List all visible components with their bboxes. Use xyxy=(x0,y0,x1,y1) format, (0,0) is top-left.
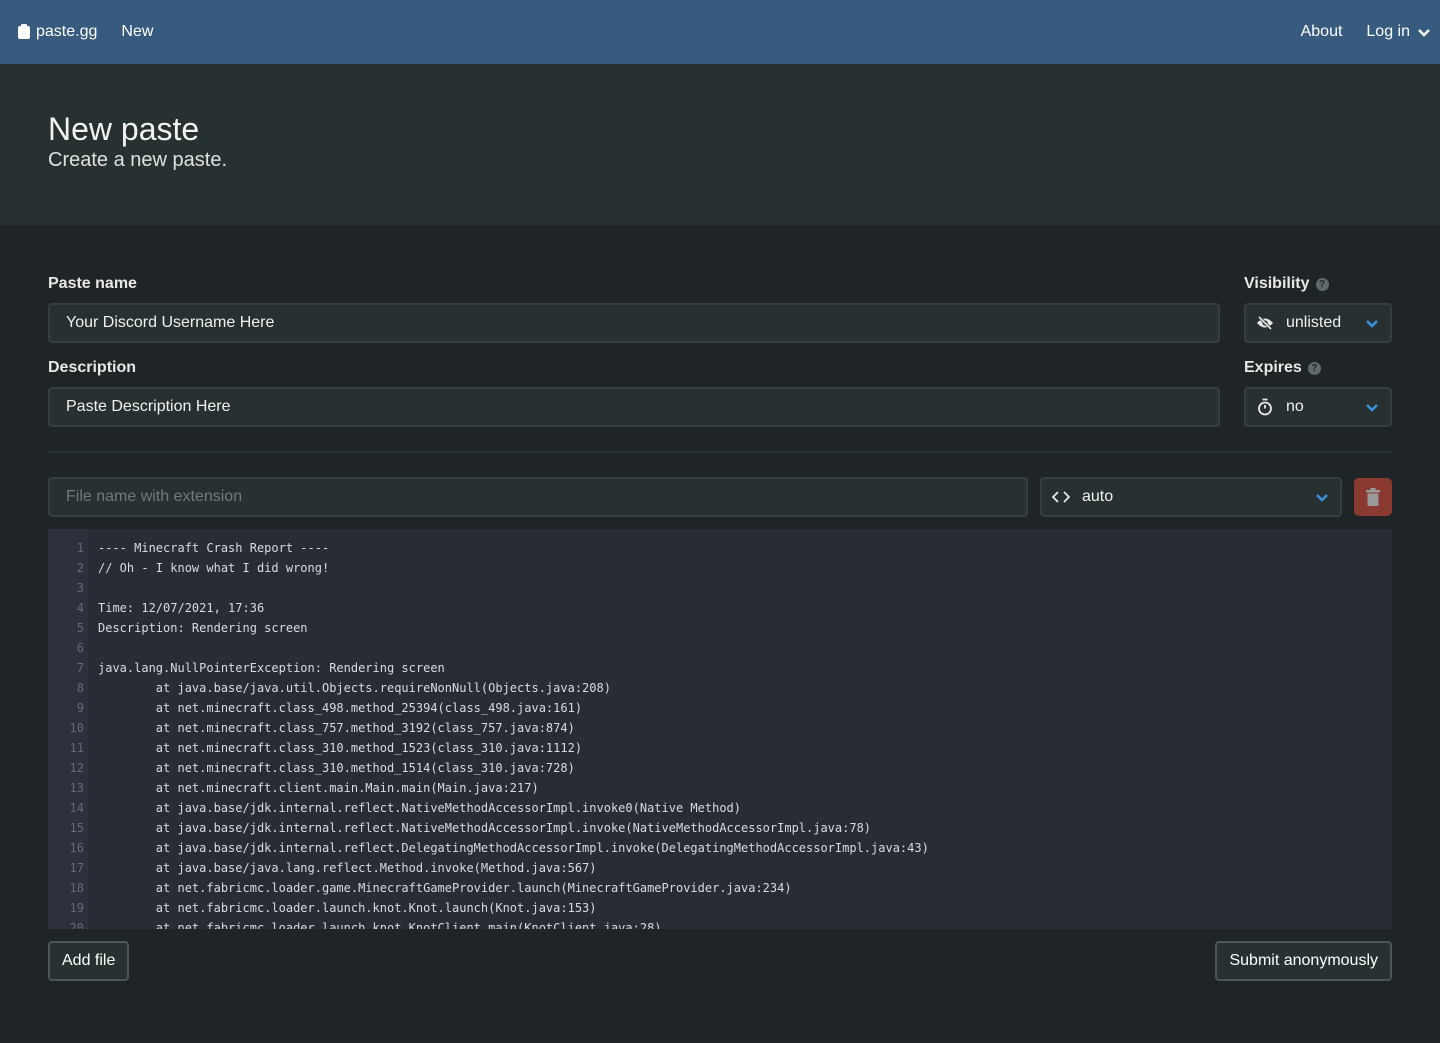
chevron-down-icon xyxy=(1366,403,1378,412)
description-input[interactable]: Paste Description Here xyxy=(48,387,1220,427)
visibility-select[interactable]: unlisted xyxy=(1244,303,1392,343)
code-line: at net.fabricmc.loader.game.MinecraftGam… xyxy=(98,881,792,895)
line-number: 1 xyxy=(76,541,84,555)
line-number: 12 xyxy=(69,761,84,775)
page-title: New paste xyxy=(48,111,200,147)
nav-left: paste.gg New xyxy=(18,23,153,41)
chevron-down-icon xyxy=(1418,28,1430,37)
submit-anonymously-button[interactable]: Submit anonymously xyxy=(1215,941,1392,981)
code-line: at net.fabricmc.loader.launch.knot.KnotC… xyxy=(98,921,662,929)
line-number: 19 xyxy=(69,901,84,915)
nav-new-link[interactable]: New xyxy=(121,23,153,41)
code-line: at net.minecraft.class_310.method_1514(c… xyxy=(98,761,575,775)
line-number: 9 xyxy=(76,701,84,715)
add-file-button[interactable]: Add file xyxy=(48,941,130,981)
language-value: auto xyxy=(1082,488,1114,505)
meta-row: Paste name Your Discord Username Here De… xyxy=(48,273,1392,441)
code-line: // Oh - I know what I did wrong! xyxy=(98,561,330,575)
code-line: at net.minecraft.client.main.Main.main(M… xyxy=(98,781,539,795)
line-number: 7 xyxy=(76,661,84,675)
trash-icon xyxy=(1366,488,1380,506)
expires-label: Expires xyxy=(1244,359,1302,376)
code-line: at java.base/jdk.internal.reflect.Delega… xyxy=(98,841,929,855)
line-number: 13 xyxy=(69,781,84,795)
file-name-input[interactable]: File name with extension xyxy=(48,477,1028,517)
nav-about-link[interactable]: About xyxy=(1301,23,1343,41)
code-line: at net.fabricmc.loader.launch.knot.Knot.… xyxy=(98,901,597,915)
code-line: at java.base/java.util.Objects.requireNo… xyxy=(98,681,611,695)
code-line: at net.minecraft.class_310.method_1523(c… xyxy=(98,741,583,755)
navbar: paste.gg New About Log in xyxy=(0,0,1440,64)
code-line: Description: Rendering screen xyxy=(98,621,308,635)
help-icon[interactable]: ? xyxy=(1307,361,1321,375)
chevron-down-icon xyxy=(1316,493,1328,502)
form-actions: Add file Submit anonymously xyxy=(48,941,1392,981)
visibility-label: Visibility xyxy=(1244,275,1310,292)
code-line: Time: 12/07/2021, 17:36 xyxy=(98,601,265,615)
page-subtitle: Create a new paste. xyxy=(48,149,227,171)
code-content[interactable]: ---- Minecraft Crash Report ---- // Oh - … xyxy=(88,529,929,929)
file-row: File name with extension auto xyxy=(48,477,1392,517)
help-icon[interactable]: ? xyxy=(1315,277,1329,291)
code-editor[interactable]: 1 2 3 4 5 6 7 8 9 10 11 12 13 14 15 16 17 18 19 20 ---- Min… xyxy=(48,529,1392,929)
code-line: java.lang.NullPointerException: Renderin… xyxy=(98,661,445,675)
eye-slash-icon xyxy=(1254,316,1276,330)
code-line: at java.base/jdk.internal.reflect.Native… xyxy=(98,821,872,835)
meta-right: Visibility ? unlisted Expires ? no xyxy=(1244,273,1392,441)
nav-right: About Log in xyxy=(1301,23,1430,41)
line-number: 11 xyxy=(69,741,84,755)
login-label: Log in xyxy=(1366,23,1410,40)
line-number: 15 xyxy=(69,821,84,835)
line-number: 10 xyxy=(69,721,84,735)
line-number: 18 xyxy=(69,881,84,895)
language-select[interactable]: auto xyxy=(1040,477,1342,517)
code-line: at java.base/jdk.internal.reflect.Native… xyxy=(98,801,741,815)
code-line: ---- Minecraft Crash Report ---- xyxy=(98,541,330,555)
paste-form: Paste name Your Discord Username Here De… xyxy=(0,225,1440,981)
expires-label-row: Expires ? xyxy=(1244,357,1392,379)
stopwatch-icon xyxy=(1254,398,1276,416)
line-number: 8 xyxy=(76,681,84,695)
clipboard-icon xyxy=(18,23,30,39)
chevron-down-icon xyxy=(1366,319,1378,328)
description-label: Description xyxy=(48,359,137,376)
visibility-label-row: Visibility ? xyxy=(1244,273,1392,295)
login-dropdown[interactable]: Log in xyxy=(1366,23,1430,41)
paste-name-input[interactable]: Your Discord Username Here xyxy=(48,303,1220,343)
meta-left: Paste name Your Discord Username Here De… xyxy=(48,273,1220,441)
expires-value: no xyxy=(1286,398,1304,415)
code-icon xyxy=(1050,491,1072,503)
line-number-gutter: 1 2 3 4 5 6 7 8 9 10 11 12 13 14 15 16 17 18 19 20 xyxy=(48,529,88,929)
line-number: 6 xyxy=(76,641,84,655)
line-number: 17 xyxy=(69,861,84,875)
delete-file-button[interactable] xyxy=(1354,478,1392,516)
line-number: 14 xyxy=(69,801,84,815)
line-number: 20 xyxy=(69,921,84,929)
code-line: at net.minecraft.class_498.method_25394(… xyxy=(98,701,583,715)
line-number: 2 xyxy=(76,561,84,575)
code-line: at java.base/java.lang.reflect.Method.in… xyxy=(98,861,597,875)
line-number: 5 xyxy=(76,621,84,635)
line-number: 16 xyxy=(69,841,84,855)
brand-link[interactable]: paste.gg xyxy=(18,23,97,41)
line-number: 4 xyxy=(76,601,84,615)
line-number: 3 xyxy=(76,581,84,595)
visibility-value: unlisted xyxy=(1286,314,1342,331)
divider xyxy=(48,451,1392,453)
paste-name-label: Paste name xyxy=(48,275,137,292)
page-header: New paste Create a new paste. xyxy=(0,64,1440,225)
brand-name: paste.gg xyxy=(36,23,98,40)
code-line: at net.minecraft.class_757.method_3192(c… xyxy=(98,721,575,735)
expires-select[interactable]: no xyxy=(1244,387,1392,427)
